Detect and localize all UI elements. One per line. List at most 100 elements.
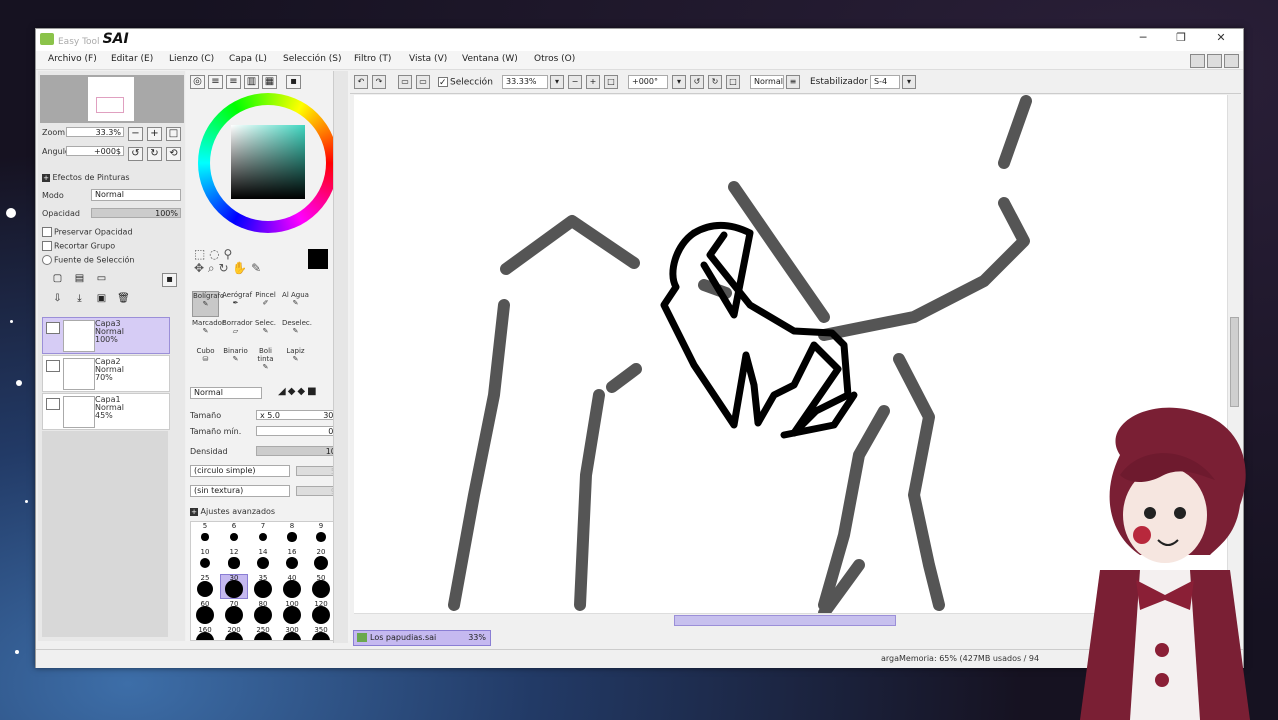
rotate-cw-button[interactable]: ↻ [708,75,722,89]
selection-checkbox[interactable]: ✓ [438,77,448,88]
angle-field[interactable]: +000° [628,75,668,89]
rotate-tool-icon[interactable]: ↻ [218,261,228,275]
menu-editar[interactable]: Editar (E) [111,54,153,64]
vertical-scroll-thumb[interactable] [1230,317,1239,407]
hand-icon[interactable]: ✋ [232,261,247,275]
selection-source-option[interactable]: Fuente de Selección [42,255,135,265]
tool-brush[interactable]: Pincel ✐ [252,291,279,317]
mixer-tab-icon[interactable]: ▥ [244,75,259,89]
zoom-in-button[interactable]: + [147,127,162,141]
menu-seleccion[interactable]: Selección (S) [283,54,342,64]
menu-archivo[interactable]: Archivo (F) [48,54,97,64]
menu-vista[interactable]: Vista (V) [409,54,447,64]
advanced-settings-toggle[interactable]: + Ajustes avanzados [190,507,275,516]
angle-dropdown-button[interactable]: ▾ [672,75,686,89]
preserve-opacity-option[interactable]: Preservar Opacidad [42,227,133,237]
tool-airbrush[interactable]: Aerógraf ✒ [222,291,252,317]
tool-pencil[interactable]: Lapiz ✎ [282,347,309,373]
zoom-fit-button[interactable]: □ [604,75,618,89]
brush-shape-select[interactable]: (circulo simple) [190,465,290,477]
brush-size-grid[interactable]: 5 6 7 8 9 10 12 14 16 20 25 30 35 40 50 60 70 80 100 120 160… [190,521,342,641]
selection-source-radio[interactable] [42,255,52,265]
redo-button[interactable]: ↷ [372,75,386,89]
layer-mode-select[interactable]: Normal [91,189,181,201]
color-wheel-tab-icon[interactable]: ◎ [190,75,205,89]
move-icon[interactable]: ✥ [194,261,204,275]
eyedropper-icon[interactable]: ✎ [251,261,261,275]
invert-selection-button[interactable]: ▭ [416,75,430,89]
scratchpad-tab-icon[interactable]: ▪ [286,75,301,89]
navigator-preview[interactable] [40,75,184,123]
hsv-slider-tab-icon[interactable]: ≡ [226,75,241,89]
zoom-in-toolbar-button[interactable]: + [586,75,600,89]
new-layer-icon[interactable]: ▢ [50,273,65,287]
density-slider[interactable]: 100 [256,446,344,456]
stabilizer-dropdown[interactable]: ▾ [902,75,916,89]
tool-select-pen[interactable]: Selec. ✎ [252,319,279,345]
expand-plus-icon[interactable]: + [190,508,198,516]
close-button[interactable]: ✕ [1207,31,1235,47]
magic-wand-icon[interactable]: ⚲ [223,247,232,261]
blend-mode-dropdown[interactable]: ≡ [786,75,800,89]
visibility-eye-icon[interactable] [46,398,60,410]
zoom-tool-icon[interactable]: ⌕ [208,261,215,275]
tool-ballpoint[interactable]: Bolígrafo ✎ [192,291,224,317]
layer-option-icon[interactable]: ▪ [162,273,177,287]
zoom-reset-button[interactable]: □ [166,127,181,141]
undo-button[interactable]: ↶ [354,75,368,89]
doc-minimize-button[interactable] [1190,54,1205,68]
document-tab[interactable]: Los papudias.sai 33% [353,630,491,646]
tool-ink-pen[interactable]: Boli tinta ✎ [252,347,279,373]
angle-slider[interactable]: +000$ [66,146,124,156]
current-color-swatch[interactable] [308,249,328,269]
panel-scroll-strip[interactable] [333,71,348,643]
menu-lienzo[interactable]: Lienzo (C) [169,54,214,64]
minimize-button[interactable]: ─ [1129,31,1157,47]
new-folder-icon[interactable]: ▭ [94,273,109,287]
layer-item[interactable]: Capa2 Normal 70% [42,355,170,392]
tool-deselect-pen[interactable]: Deselec. ✎ [282,319,312,345]
selection-toggle[interactable]: ✓ Selección [438,77,493,88]
menu-otros[interactable]: Otros (O) [534,54,575,64]
rotate-reset-toolbar-button[interactable]: □ [726,75,740,89]
lasso-icon[interactable]: ◌ [209,247,219,261]
tool-marker[interactable]: Marcador ✎ [192,319,225,345]
zoom-dropdown-button[interactable]: ▾ [550,75,564,89]
rect-select-icon[interactable]: ⬚ [194,247,205,261]
horizontal-scroll-thumb[interactable] [674,615,896,626]
preserve-opacity-checkbox[interactable] [42,227,52,237]
zoom-out-toolbar-button[interactable]: − [568,75,582,89]
doc-close-button[interactable] [1224,54,1239,68]
doc-restore-button[interactable] [1207,54,1222,68]
tool-bucket[interactable]: Cubo ⛁ [192,347,219,373]
zoom-out-button[interactable]: − [128,127,143,141]
brush-texture-select[interactable]: (sin textura) [190,485,290,497]
menu-ventana[interactable]: Ventana (W) [462,54,518,64]
rotate-reset-button[interactable]: ⟲ [166,147,181,161]
stabilizer-field[interactable]: S-4 [870,75,900,89]
min-size-slider[interactable]: 0% [256,426,344,436]
layer-item[interactable]: Capa1 Normal 45% [42,393,170,430]
expand-plus-icon[interactable]: + [42,174,50,182]
tool-watercolor[interactable]: Al Agua ✎ [282,291,309,317]
deselect-button[interactable]: ▭ [398,75,412,89]
tool-eraser[interactable]: Borrador ▱ [222,319,253,345]
delete-layer-icon[interactable]: 🗑 [116,293,131,307]
menu-filtro[interactable]: Filtro (T) [354,54,391,64]
layer-item[interactable]: Capa3 Normal 100% [42,317,170,354]
tool-binary[interactable]: Binario ✎ [222,347,249,373]
visibility-eye-icon[interactable] [46,322,60,334]
clip-group-option[interactable]: Recortar Grupo [42,241,115,251]
rgb-slider-tab-icon[interactable]: ≡ [208,75,223,89]
maximize-button[interactable]: ❐ [1167,31,1195,47]
clip-group-checkbox[interactable] [42,241,52,251]
brush-blend-mode-select[interactable]: Normal [190,387,262,399]
zoom-field[interactable]: 33.33% [502,75,548,89]
color-wheel[interactable] [198,93,338,233]
rotate-right-button[interactable]: ↻ [147,147,162,161]
new-linework-icon[interactable]: ▤ [72,273,87,287]
rotate-ccw-button[interactable]: ↺ [690,75,704,89]
opacity-slider[interactable]: 100% [91,208,181,218]
merge-down-icon[interactable]: ⤓ [72,293,87,307]
zoom-slider[interactable]: 33.3% [66,127,124,137]
